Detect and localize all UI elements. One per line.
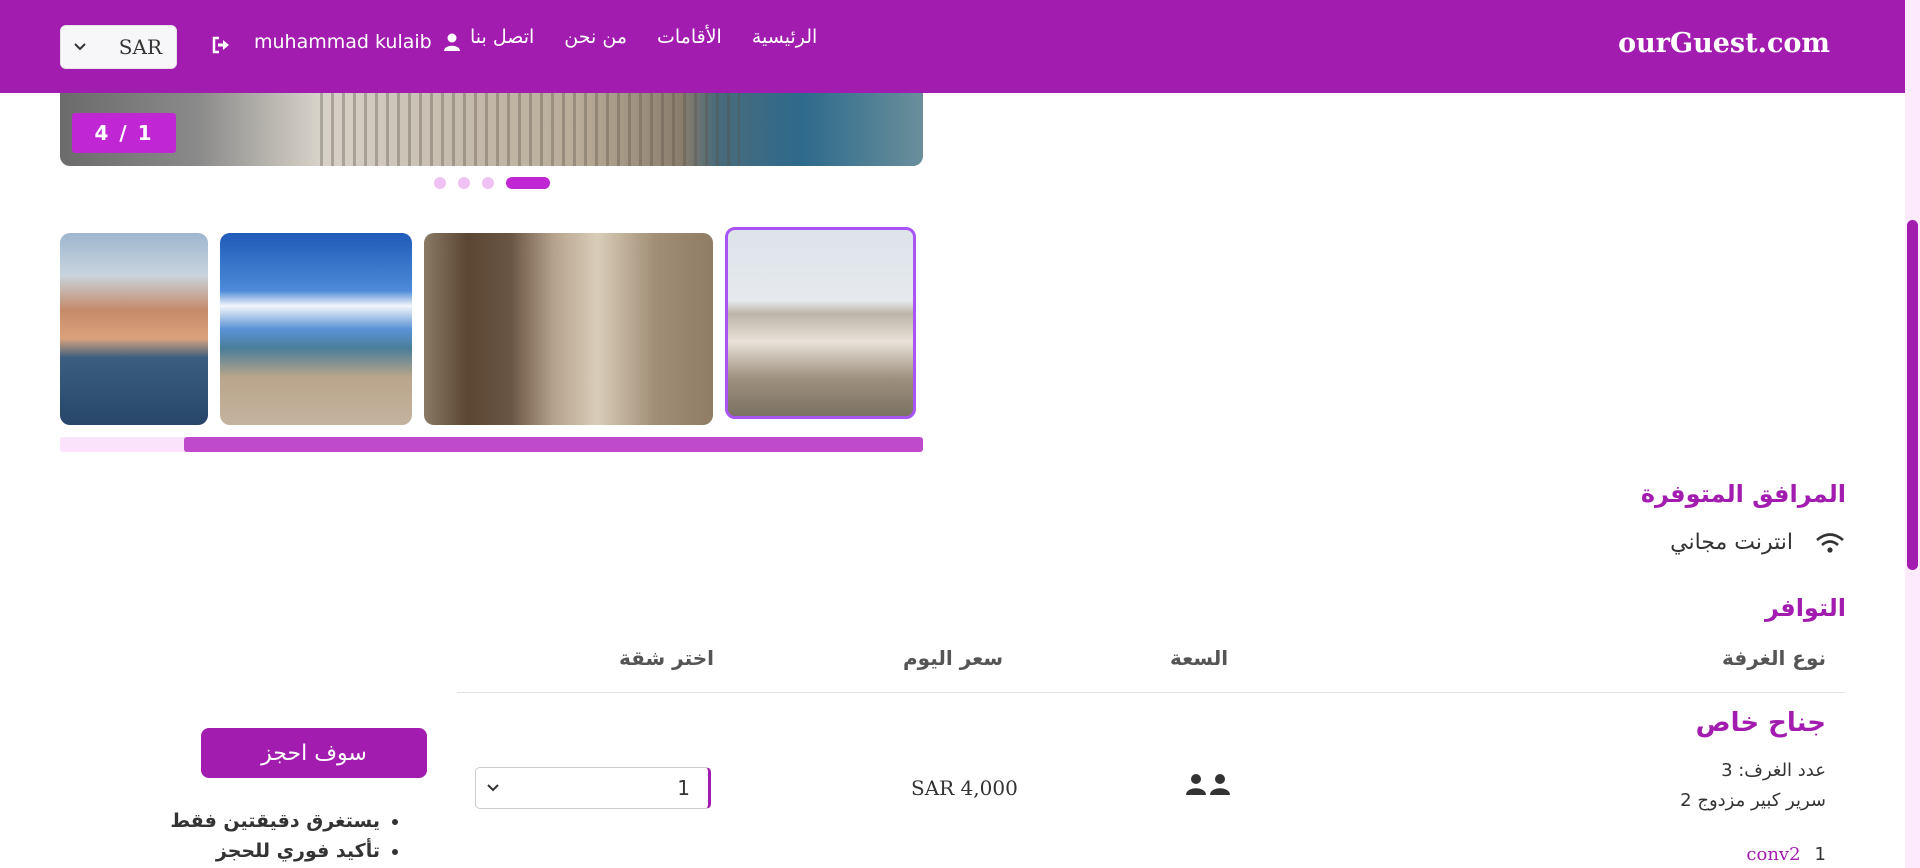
logout-icon[interactable] xyxy=(210,34,232,56)
main-gallery-image[interactable] xyxy=(60,93,923,166)
book-button[interactable]: سوف احجز xyxy=(201,728,427,778)
conv-number: 1 xyxy=(1814,844,1826,865)
chevron-down-icon xyxy=(487,784,499,792)
table-divider xyxy=(457,692,1845,693)
room-beds: 2 سرير كبير مزدوج xyxy=(1680,790,1826,811)
currency-select[interactable]: SAR xyxy=(60,25,177,69)
thumbnail-square-selected[interactable] xyxy=(725,227,916,419)
col-select-apartment: اختر شقة xyxy=(619,646,715,670)
col-capacity: السعة xyxy=(1170,646,1229,670)
wifi-icon xyxy=(1816,532,1844,553)
user-menu[interactable]: muhammad kulaib xyxy=(254,31,462,53)
thumbnail-scrollbar-thumb[interactable] xyxy=(184,437,923,452)
page-scrollbar-thumb[interactable] xyxy=(1907,220,1918,570)
availability-title: التوافر xyxy=(1765,594,1846,622)
room-name: جناح خاص xyxy=(1695,708,1826,738)
slide-dot[interactable] xyxy=(434,177,446,189)
capacity-persons xyxy=(1185,773,1231,795)
amenity-label: انترنت مجاني xyxy=(1670,530,1793,555)
nav-about[interactable]: من نحن xyxy=(564,26,627,48)
slide-dot[interactable] xyxy=(482,177,494,189)
amenity-item: انترنت مجاني xyxy=(1670,530,1845,555)
conv-link[interactable]: conv2 xyxy=(1746,844,1800,865)
nav-contact[interactable]: اتصل بنا xyxy=(470,26,534,48)
nav-home[interactable]: الرئيسية xyxy=(752,26,817,48)
note-item: يستغرق دقيقتين فقط xyxy=(170,806,380,836)
user-name: muhammad kulaib xyxy=(254,31,432,53)
col-room-type: نوع الغرفة xyxy=(1722,646,1826,670)
thumbnail-stone-alley[interactable] xyxy=(424,233,713,425)
thumbnail-aerial-city[interactable] xyxy=(220,233,412,425)
room-count: عدد الغرف: 3 xyxy=(1721,760,1826,781)
nav-stays[interactable]: الأقامات xyxy=(657,26,722,48)
top-navbar: ourGuest.com الرئيسية الأقامات من نحن ات… xyxy=(0,0,1905,93)
brand-logo[interactable]: ourGuest.com xyxy=(1618,28,1830,59)
image-detail xyxy=(320,93,740,166)
amenities-title: المرافق المتوفرة xyxy=(1640,480,1846,508)
currency-value: SAR xyxy=(118,35,162,59)
slide-counter: 4 / 1 xyxy=(72,113,176,153)
note-item: تأكيد فوري للحجز xyxy=(170,836,380,866)
quantity-value: 1 xyxy=(677,776,690,800)
col-daily-price: سعر اليوم xyxy=(903,646,1004,670)
thumbnail-harbor[interactable] xyxy=(60,233,208,425)
daily-price: SAR 4,000 xyxy=(911,776,1018,800)
room-conv: 1 conv2 xyxy=(1746,844,1826,865)
slide-dots xyxy=(434,177,550,189)
chevron-down-icon xyxy=(74,43,86,51)
person-icon xyxy=(1186,774,1206,795)
slide-dot[interactable] xyxy=(458,177,470,189)
booking-notes: يستغرق دقيقتين فقط تأكيد فوري للحجز xyxy=(170,806,400,866)
user-icon xyxy=(443,33,460,51)
apartment-quantity-select[interactable]: 1 xyxy=(475,767,711,809)
main-nav: الرئيسية الأقامات من نحن اتصل بنا xyxy=(470,26,817,48)
slide-dot-active[interactable] xyxy=(506,177,550,189)
person-icon xyxy=(1210,774,1230,795)
